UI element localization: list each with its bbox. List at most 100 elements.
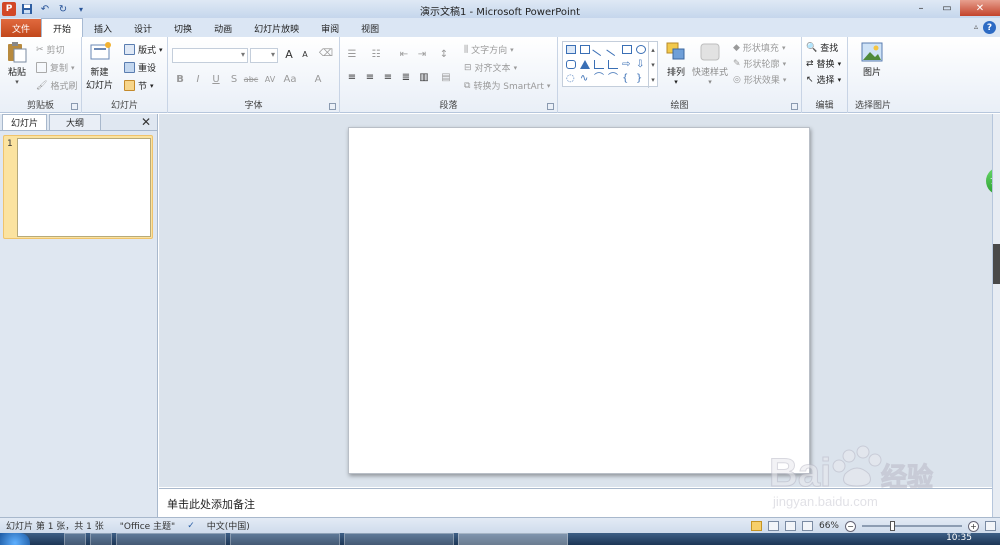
change-case-button[interactable]: Aa bbox=[282, 74, 298, 85]
format-painter-button[interactable]: 🖌 格式刷 bbox=[36, 79, 77, 93]
undo-icon[interactable]: ↶ bbox=[38, 2, 52, 16]
columns-icon[interactable]: ▤ bbox=[438, 72, 454, 83]
taskbar-app-2[interactable] bbox=[90, 533, 112, 545]
decrease-indent-icon[interactable]: ⇤ bbox=[396, 49, 412, 60]
font-name-combo[interactable] bbox=[172, 48, 248, 63]
clear-formatting-icon[interactable]: ⌫ bbox=[318, 48, 334, 59]
reading-view-icon[interactable] bbox=[784, 521, 796, 531]
normal-view-icon[interactable] bbox=[750, 521, 762, 531]
oval-shape-icon[interactable] bbox=[636, 45, 646, 54]
tab-home[interactable]: 开始 bbox=[41, 18, 84, 37]
numbering-icon[interactable]: ☷ bbox=[368, 49, 384, 60]
dialog-launcher-icon[interactable] bbox=[329, 103, 336, 110]
tab-animations[interactable]: 动画 bbox=[203, 19, 243, 37]
align-center-icon[interactable]: ≡ bbox=[362, 72, 378, 83]
close-icon[interactable]: ✕ bbox=[141, 115, 151, 129]
tab-insert[interactable]: 插入 bbox=[83, 19, 123, 37]
paste-button[interactable]: 粘贴 ▾ bbox=[5, 41, 29, 86]
italic-button[interactable]: I bbox=[190, 74, 206, 85]
vertical-textbox-shape-icon[interactable] bbox=[580, 45, 590, 54]
elbow-arrow-shape-icon[interactable] bbox=[608, 60, 618, 69]
zoom-out-icon[interactable]: − bbox=[845, 520, 856, 532]
find-button[interactable]: 🔍 查找 bbox=[806, 41, 838, 55]
slide-sorter-view-icon[interactable] bbox=[767, 521, 779, 531]
taskbar-app-1[interactable] bbox=[64, 533, 86, 545]
zoom-slider-thumb[interactable] bbox=[890, 521, 896, 531]
tab-design[interactable]: 设计 bbox=[123, 19, 163, 37]
shadow-button[interactable]: S bbox=[226, 74, 242, 85]
cut-button[interactable]: ✂ 剪切 bbox=[36, 43, 65, 57]
underline-button[interactable]: U bbox=[208, 74, 224, 85]
picture-button[interactable]: 图片 bbox=[860, 41, 884, 78]
arrange-button[interactable]: 排列 ▾ bbox=[664, 41, 688, 86]
dialog-launcher-icon[interactable] bbox=[791, 103, 798, 110]
reset-button[interactable]: 重设 bbox=[124, 61, 156, 74]
right-arrow-shape-icon[interactable]: ⇨ bbox=[622, 60, 632, 70]
taskbar-app-4[interactable] bbox=[230, 533, 340, 545]
shape-fill-button[interactable]: ◆ 形状填充 ▾ bbox=[733, 41, 785, 55]
select-button[interactable]: ↖ 选择 ▾ bbox=[806, 73, 841, 87]
rounded-rect-shape-icon[interactable] bbox=[566, 60, 576, 69]
copy-button[interactable]: 复制 ▾ bbox=[36, 61, 75, 74]
curve-shape-icon[interactable]: ∿ bbox=[580, 74, 590, 84]
shape-outline-button[interactable]: ✎ 形状轮廓 ▾ bbox=[733, 57, 786, 71]
character-spacing-button[interactable]: AV bbox=[262, 75, 278, 84]
maximize-button[interactable]: ▭ bbox=[934, 0, 960, 16]
theme-name[interactable]: "Office 主题" bbox=[110, 519, 181, 532]
freeform-shape-icon[interactable]: ◌ bbox=[566, 74, 576, 84]
increase-indent-icon[interactable]: ⇥ bbox=[414, 49, 430, 60]
arc-shape-icon[interactable]: ⌒ bbox=[594, 74, 604, 84]
down-arrow-shape-icon[interactable]: ⇩ bbox=[636, 60, 646, 70]
shape-effects-button[interactable]: ◎ 形状效果 ▾ bbox=[733, 73, 786, 87]
gallery-scroll[interactable]: ▴ ▾ ▾ bbox=[648, 42, 657, 88]
vertical-scrollbar[interactable] bbox=[992, 114, 1000, 517]
font-color-button[interactable]: A bbox=[310, 74, 326, 85]
dialog-launcher-icon[interactable] bbox=[547, 103, 554, 110]
tab-view[interactable]: 视图 bbox=[350, 19, 390, 37]
elbow-connector-shape-icon[interactable] bbox=[594, 60, 604, 69]
rectangle-shape-icon[interactable] bbox=[622, 45, 632, 54]
left-brace-shape-icon[interactable]: { bbox=[622, 74, 632, 84]
text-direction-button[interactable]: ⫼ 文字方向 ▾ bbox=[464, 43, 514, 57]
wave-shape-icon[interactable]: ⌒ bbox=[608, 74, 618, 84]
right-brace-shape-icon[interactable]: } bbox=[636, 74, 646, 84]
bullets-icon[interactable]: ☰ bbox=[344, 49, 360, 60]
dialog-launcher-icon[interactable] bbox=[71, 103, 78, 110]
shapes-gallery[interactable]: ⇨ ⇩ ◌ ∿ ⌒ ⌒ { } ▴ ▾ ▾ bbox=[562, 41, 658, 88]
scroll-thumb[interactable] bbox=[993, 244, 1000, 284]
spell-check-icon[interactable]: ✓ bbox=[181, 521, 201, 531]
minimize-ribbon-icon[interactable]: ▵ bbox=[974, 22, 978, 31]
replace-button[interactable]: ⇄ 替换 ▾ bbox=[806, 57, 841, 71]
align-right-icon[interactable]: ≡ bbox=[380, 72, 396, 83]
taskbar-app-3[interactable] bbox=[116, 533, 226, 545]
tab-slideshow[interactable]: 幻灯片放映 bbox=[243, 19, 310, 37]
language-indicator[interactable]: 中文(中国) bbox=[201, 519, 256, 532]
justify-icon[interactable]: ≣ bbox=[398, 72, 414, 83]
quick-styles-button[interactable]: 快速样式 ▾ bbox=[692, 41, 728, 86]
slide-thumbnail-row[interactable]: 1 bbox=[3, 135, 153, 239]
zoom-level[interactable]: 66% bbox=[819, 521, 839, 531]
tab-file[interactable]: 文件 bbox=[1, 19, 41, 37]
font-size-combo[interactable] bbox=[250, 48, 278, 63]
slide-thumbnail[interactable] bbox=[17, 138, 151, 237]
line-shape-icon[interactable] bbox=[592, 42, 606, 57]
tab-outline-pane[interactable]: 大纲 bbox=[49, 114, 102, 130]
slideshow-view-icon[interactable] bbox=[801, 521, 813, 531]
customize-icon[interactable]: ▾ bbox=[74, 2, 88, 16]
slide-canvas[interactable] bbox=[348, 127, 810, 474]
redo-icon[interactable]: ↻ bbox=[56, 2, 70, 16]
tab-slides-pane[interactable]: 幻灯片 bbox=[2, 114, 48, 130]
strikethrough-button[interactable]: abc bbox=[243, 75, 259, 84]
distribute-icon[interactable]: ▥ bbox=[416, 72, 432, 83]
tab-transitions[interactable]: 切换 bbox=[163, 19, 203, 37]
start-button[interactable] bbox=[0, 533, 30, 545]
tab-review[interactable]: 审阅 bbox=[310, 19, 350, 37]
new-slide-button[interactable]: 新建 幻灯片 bbox=[86, 41, 113, 91]
minimize-button[interactable]: – bbox=[908, 0, 934, 16]
grow-font-button[interactable]: A bbox=[281, 48, 297, 61]
layout-button[interactable]: 版式 ▾ bbox=[124, 43, 163, 56]
taskbar-app-powerpoint[interactable] bbox=[458, 533, 568, 545]
save-icon[interactable] bbox=[20, 2, 34, 16]
align-text-button[interactable]: ⊟ 对齐文本 ▾ bbox=[464, 61, 517, 75]
powerpoint-logo-icon[interactable]: P bbox=[2, 2, 16, 16]
